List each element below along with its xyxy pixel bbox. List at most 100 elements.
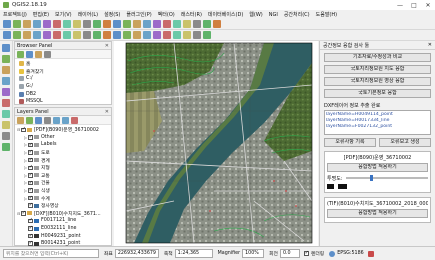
zoom-in-icon[interactable] — [63, 20, 71, 28]
layer-visibility-checkbox[interactable] — [28, 202, 33, 208]
add-selected-icon[interactable] — [17, 50, 24, 58]
basic-info-fusion-button[interactable]: 국토기본정보 융합 — [324, 89, 431, 98]
deselect-icon[interactable] — [153, 20, 161, 28]
layer-item[interactable]: ▷도로 — [17, 149, 109, 157]
collapse-all-icon[interactable] — [62, 116, 69, 124]
layers-panel-close-button[interactable]: ✕ — [105, 109, 109, 115]
color-picker-button[interactable] — [338, 183, 347, 189]
layer-visibility-checkbox[interactable] — [28, 172, 33, 178]
plugin-icon[interactable] — [213, 20, 221, 28]
magnifier-field[interactable]: 100% — [242, 249, 265, 258]
layer-visibility-checkbox[interactable] — [28, 233, 33, 239]
layer-style-icon[interactable] — [17, 116, 24, 124]
ngi-image-fusion-button[interactable]: 국토지리정보원 영상 융합 — [324, 77, 431, 86]
buffer-icon[interactable] — [203, 31, 211, 39]
menu-ngi[interactable]: NGI — [269, 12, 278, 18]
label-icon[interactable] — [193, 20, 201, 28]
ngi-map-fusion-button[interactable]: 국토지리정보원 지도 융합 — [324, 65, 431, 74]
browser-item-mssql[interactable]: MSSQL — [19, 98, 109, 106]
print-icon[interactable] — [43, 20, 51, 28]
layer-visibility-checkbox[interactable] — [28, 157, 33, 163]
menu-layer[interactable]: 레이어(L) — [78, 11, 99, 18]
add-spatialite-icon[interactable] — [2, 77, 10, 85]
map-canvas[interactable] — [114, 41, 318, 246]
browser-panel-close-button[interactable]: ✕ — [105, 43, 109, 49]
filter-icon[interactable] — [35, 50, 42, 58]
move-feature-icon[interactable] — [33, 31, 41, 39]
menu-view[interactable]: 보기(V) — [55, 11, 72, 18]
merge-icon[interactable] — [183, 31, 191, 39]
add-oracle-icon[interactable] — [2, 99, 10, 107]
add-wms-icon[interactable] — [2, 110, 10, 118]
crs-globe-icon[interactable] — [329, 250, 336, 257]
maximize-button[interactable]: □ — [407, 0, 421, 10]
manage-map-themes-icon[interactable] — [35, 116, 42, 124]
menu-help[interactable]: 도움말(H) — [316, 11, 337, 18]
add-postgis-icon[interactable] — [2, 66, 10, 74]
georef-icon[interactable] — [173, 31, 181, 39]
menu-database[interactable]: 데이터베이스(D) — [208, 11, 243, 18]
fusion-panel-close-button[interactable]: ✕ — [428, 42, 432, 48]
zoom-full-icon[interactable] — [83, 20, 91, 28]
layer-item[interactable]: ▷식생 — [17, 187, 109, 195]
clip-icon[interactable] — [193, 31, 201, 39]
save-as-icon[interactable] — [33, 20, 41, 28]
label-show-icon[interactable] — [123, 31, 131, 39]
node-tool-icon[interactable] — [43, 31, 51, 39]
layer-visibility-checkbox[interactable] — [28, 134, 33, 140]
attribute-table-icon[interactable] — [163, 20, 171, 28]
zoom-prev-icon[interactable] — [103, 20, 111, 28]
measure-icon[interactable] — [173, 20, 181, 28]
coordinate-field[interactable]: 226932,433679 — [114, 249, 159, 258]
label-move-icon[interactable] — [133, 31, 141, 39]
collapse-all-icon[interactable] — [44, 50, 51, 58]
save-icon[interactable] — [23, 20, 31, 28]
layer-visibility-checkbox[interactable] — [28, 142, 33, 148]
label-change-icon[interactable] — [153, 31, 161, 39]
pan-icon[interactable] — [53, 20, 61, 28]
browser-item-db2[interactable]: DB2 — [19, 90, 109, 98]
menu-settings[interactable]: 설정(S) — [104, 11, 120, 18]
paste-icon[interactable] — [83, 31, 91, 39]
browser-item-favorites[interactable]: 즐겨찾기 — [19, 68, 109, 76]
redo-icon[interactable] — [103, 31, 111, 39]
rotation-field[interactable]: 0.0 — [279, 249, 300, 258]
layer-item[interactable]: ⊟[PDF](B090)운영_36710002 — [17, 126, 109, 134]
label-pin-icon[interactable] — [113, 31, 121, 39]
add-mssql-icon[interactable] — [2, 88, 10, 96]
menu-web[interactable]: 웹(W) — [249, 11, 262, 18]
dxf-layer-item[interactable]: layerName=F0027132_point — [326, 124, 429, 130]
refresh-icon[interactable] — [123, 20, 131, 28]
close-button[interactable]: ✕ — [421, 0, 435, 10]
compare-base-button[interactable]: 기초자료/수정성과 비교 — [324, 53, 431, 62]
menu-raster[interactable]: 래스터(R) — [181, 11, 202, 18]
delete-icon[interactable] — [53, 31, 61, 39]
layer-item[interactable]: ▷교통 — [17, 172, 109, 180]
layer-item[interactable]: E0032111_line — [17, 225, 109, 233]
dxf-layer-list[interactable]: layerName=H0049114_point layerName=H0017… — [324, 110, 431, 135]
layer-item[interactable]: ▷Other — [17, 134, 109, 142]
raster-calc-icon[interactable] — [163, 31, 171, 39]
menu-processing[interactable]: 공간처리(C) — [284, 11, 310, 18]
scale-field[interactable]: 1:24,365 — [174, 249, 213, 258]
layer-visibility-checkbox[interactable] — [21, 126, 26, 133]
label-rotate-icon[interactable] — [143, 31, 151, 39]
menu-plugins[interactable]: 플러그인(P) — [126, 11, 151, 18]
layer-item[interactable]: F0017121_line — [17, 217, 109, 225]
layer-visibility-checkbox[interactable] — [28, 195, 33, 201]
layer-item[interactable]: ▷경계 — [17, 156, 109, 164]
add-raster-icon[interactable] — [2, 55, 10, 63]
layer-item[interactable]: H0049231_point — [17, 232, 109, 240]
filter-legend-icon[interactable] — [44, 116, 51, 124]
layer-item[interactable]: ⊟[DXF](B010)수치지도_3671… — [17, 210, 109, 218]
new-project-icon[interactable] — [3, 20, 11, 28]
expand-all-icon[interactable] — [53, 116, 60, 124]
layer-visibility-checkbox[interactable] — [28, 225, 33, 231]
browser-item-g-drive[interactable]: G:/ — [19, 83, 109, 91]
layer-item[interactable]: 정사영상 — [17, 202, 109, 210]
edit-pencil-icon[interactable] — [13, 31, 21, 39]
layer-item[interactable]: ▷지형 — [17, 164, 109, 172]
layer-item[interactable]: ▷Labels — [17, 141, 109, 149]
zoom-next-icon[interactable] — [113, 20, 121, 28]
layer-visibility-checkbox[interactable] — [28, 164, 33, 171]
